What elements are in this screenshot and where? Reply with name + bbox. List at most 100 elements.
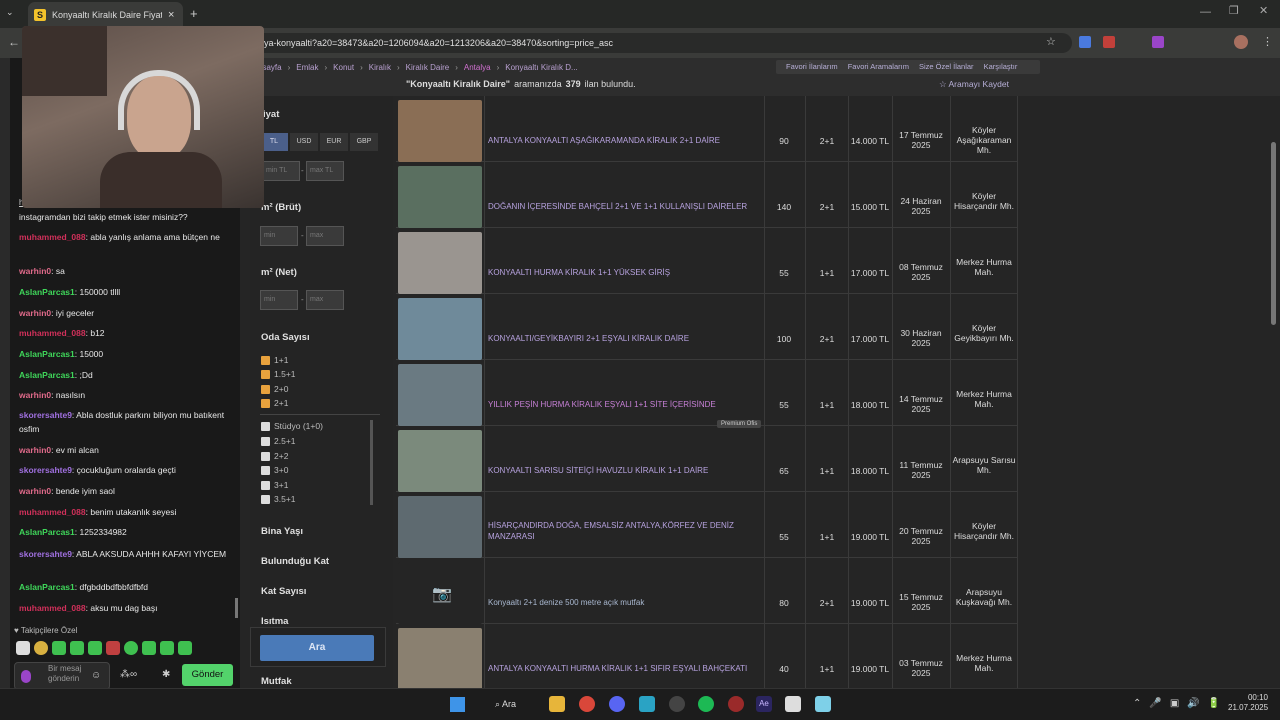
listing-title[interactable]: KONYAALTI SARISU SİTEİÇİ HAVUZLU KİRALIK…	[488, 465, 758, 476]
chat-username[interactable]: warhin0	[19, 308, 51, 318]
clock[interactable]: 00:10 21.07.2025	[1228, 693, 1268, 713]
max-price-input[interactable]: max TL	[306, 161, 344, 181]
breadcrumb-item[interactable]: Kiralık	[369, 63, 391, 72]
room-checkbox[interactable]: 3+1	[261, 480, 288, 490]
listing-title[interactable]: Konyaaltı 2+1 denize 500 metre açık mutf…	[488, 597, 758, 608]
emote-icon[interactable]	[52, 641, 66, 655]
listing-title[interactable]: KONYAALTI HURMA KİRALIK 1+1 YÜKSEK GİRİŞ	[488, 267, 758, 278]
emote-icon[interactable]	[34, 641, 48, 655]
breadcrumb-item[interactable]: Antalya	[464, 63, 491, 72]
listing-row[interactable]: KONYAALTI SARISU SİTEİÇİ HAVUZLU KİRALIK…	[396, 426, 1018, 492]
chat-username[interactable]: AslanParcas1	[19, 582, 75, 592]
chat-username[interactable]: skorersahte9	[19, 549, 72, 559]
camera-placeholder-icon[interactable]: 📷	[398, 562, 482, 624]
listing-row[interactable]: 📷 Konyaaltı 2+1 denize 500 metre açık mut…	[396, 558, 1018, 624]
chat-scrollbar[interactable]	[235, 598, 238, 618]
notepad-icon[interactable]	[815, 696, 831, 712]
chat-settings-icon[interactable]: ✱	[162, 669, 170, 680]
close-window-icon[interactable]: ✕	[1259, 4, 1268, 17]
favorite-listings-link[interactable]: Favori İlanlarım	[786, 62, 838, 72]
currency-tab[interactable]: TL	[260, 133, 288, 151]
favorite-searches-link[interactable]: Favori Aramalarım	[848, 62, 909, 72]
chat-username[interactable]: muhammed_088	[19, 603, 86, 613]
restore-icon[interactable]: ❐	[1229, 4, 1239, 17]
listing-thumbnail[interactable]	[398, 232, 482, 294]
translate-icon[interactable]	[1079, 36, 1091, 48]
listing-thumbnail[interactable]	[398, 496, 482, 558]
app-icon[interactable]	[639, 696, 655, 712]
breadcrumb-item[interactable]: Konut	[333, 63, 354, 72]
profile-avatar[interactable]	[1234, 35, 1248, 49]
room-checkbox[interactable]: 2.5+1	[261, 436, 296, 446]
menu-icon[interactable]: ⋮	[1262, 35, 1273, 48]
currency-tab[interactable]: EUR	[320, 133, 348, 151]
room-checkbox[interactable]: 2+2	[261, 451, 288, 461]
brut-max-input[interactable]: max	[306, 226, 344, 246]
room-checkbox[interactable]: 1.5+1	[261, 369, 296, 379]
record-icon[interactable]	[728, 696, 744, 712]
heating-filter[interactable]: Isıtma	[261, 616, 288, 627]
emote-icon[interactable]	[88, 641, 102, 655]
room-checkbox[interactable]: 2+0	[261, 384, 288, 394]
listing-row[interactable]: ANTALYA KONYAALTI HURMA KİRALIK 1+1 SIFI…	[396, 624, 1018, 688]
emote-icon[interactable]	[16, 641, 30, 655]
listing-thumbnail[interactable]	[398, 100, 482, 162]
close-tab-icon[interactable]: ×	[168, 9, 174, 21]
search-button[interactable]: Ara	[260, 635, 374, 661]
emote-icon[interactable]	[70, 641, 84, 655]
back-icon[interactable]: ←	[8, 35, 20, 49]
send-button[interactable]: Gönder	[182, 664, 233, 686]
listing-thumbnail[interactable]	[398, 628, 482, 688]
listing-row[interactable]: KONYAALTI HURMA KİRALIK 1+1 YÜKSEK GİRİŞ…	[396, 228, 1018, 294]
listing-thumbnail[interactable]	[398, 298, 482, 360]
listing-title[interactable]: DOĞANIN İÇERESİNDE BAHÇELİ 2+1 VE 1+1 KU…	[488, 201, 758, 212]
chat-username[interactable]: warhin0	[19, 390, 51, 400]
room-checkbox[interactable]: Stüdyo (1+0)	[261, 421, 323, 431]
listing-thumbnail[interactable]	[398, 430, 482, 492]
chat-username[interactable]: warhin0	[19, 486, 51, 496]
compare-link[interactable]: Karşılaştır	[984, 62, 1018, 72]
emote-icon[interactable]	[142, 641, 156, 655]
window-icon[interactable]	[785, 696, 801, 712]
tab-list-icon[interactable]: ⌄	[6, 7, 14, 18]
system-tray[interactable]: ⌃🎤▣🔊🔋	[1133, 698, 1228, 709]
chat-username[interactable]: warhin0	[19, 266, 51, 276]
room-checkbox[interactable]: 3.5+1	[261, 494, 296, 504]
listing-title[interactable]: ANTALYA KONYAALTI AŞAĞIKARAMANDA KİRALIK…	[488, 135, 758, 146]
bookmark-star-icon[interactable]: ☆	[1046, 35, 1056, 48]
floor-count-filter[interactable]: Kat Sayısı	[261, 586, 306, 597]
listing-row[interactable]: DOĞANIN İÇERESİNDE BAHÇELİ 2+1 VE 1+1 KU…	[396, 162, 1018, 228]
listing-thumbnail[interactable]	[398, 166, 482, 228]
chat-username[interactable]: muhammed_088	[19, 328, 86, 338]
listing-title[interactable]: KONYAALTI/GEYİKBAYIRI 2+1 EŞYALI KİRALIK…	[488, 333, 758, 344]
emoji-icon[interactable]: ☺	[91, 670, 101, 681]
listing-row[interactable]: ANTALYA KONYAALTI AŞAĞIKARAMANDA KİRALIK…	[396, 96, 1018, 162]
listing-title[interactable]: HİSARÇANDIRDA DOĞA, EMSALSİZ ANTALYA,KÖR…	[488, 520, 758, 542]
browser-tab[interactable]: S Konyaaltı Kiralık Daire Fiyatları ×	[28, 2, 183, 28]
net-min-input[interactable]: min	[260, 290, 298, 310]
chat-username[interactable]: AslanParcas1	[19, 287, 75, 297]
building-age-filter[interactable]: Bina Yaşı	[261, 526, 303, 537]
chat-username[interactable]: warhin0	[19, 445, 51, 455]
url-field[interactable]: lya-konyaalti?a20=38473&a20=1206094&a20=…	[250, 33, 1072, 53]
emote-icon[interactable]	[178, 641, 192, 655]
mic-icon[interactable]	[21, 670, 31, 683]
listing-row[interactable]: YILLIK PEŞİN HURMA KİRALIK EŞYALI 1+1 Sİ…	[396, 360, 1018, 428]
listing-thumbnail[interactable]	[398, 364, 482, 426]
net-max-input[interactable]: max	[306, 290, 344, 310]
brut-min-input[interactable]: min	[260, 226, 298, 246]
page-scrollbar[interactable]	[1271, 142, 1276, 325]
min-price-input[interactable]: min TL	[262, 161, 300, 181]
chrome-icon[interactable]	[579, 696, 595, 712]
discord-icon[interactable]	[609, 696, 625, 712]
chat-username[interactable]: skorersahte9	[19, 410, 72, 420]
taskbar-search[interactable]: ⌕ Ara	[495, 699, 516, 710]
emote-icon[interactable]	[160, 641, 174, 655]
listing-row[interactable]: HİSARÇANDIRDA DOĞA, EMSALSİZ ANTALYA,KÖR…	[396, 492, 1018, 558]
floor-filter[interactable]: Bulunduğu Kat	[261, 556, 329, 567]
after-effects-icon[interactable]: Ae	[756, 696, 772, 712]
listing-title[interactable]: YILLIK PEŞİN HURMA KİRALIK EŞYALI 1+1 Sİ…	[488, 399, 758, 410]
room-checkbox[interactable]: 1+1	[261, 355, 288, 365]
new-tab-icon[interactable]: +	[190, 6, 198, 21]
chat-username[interactable]: muhammed_088	[19, 507, 86, 517]
